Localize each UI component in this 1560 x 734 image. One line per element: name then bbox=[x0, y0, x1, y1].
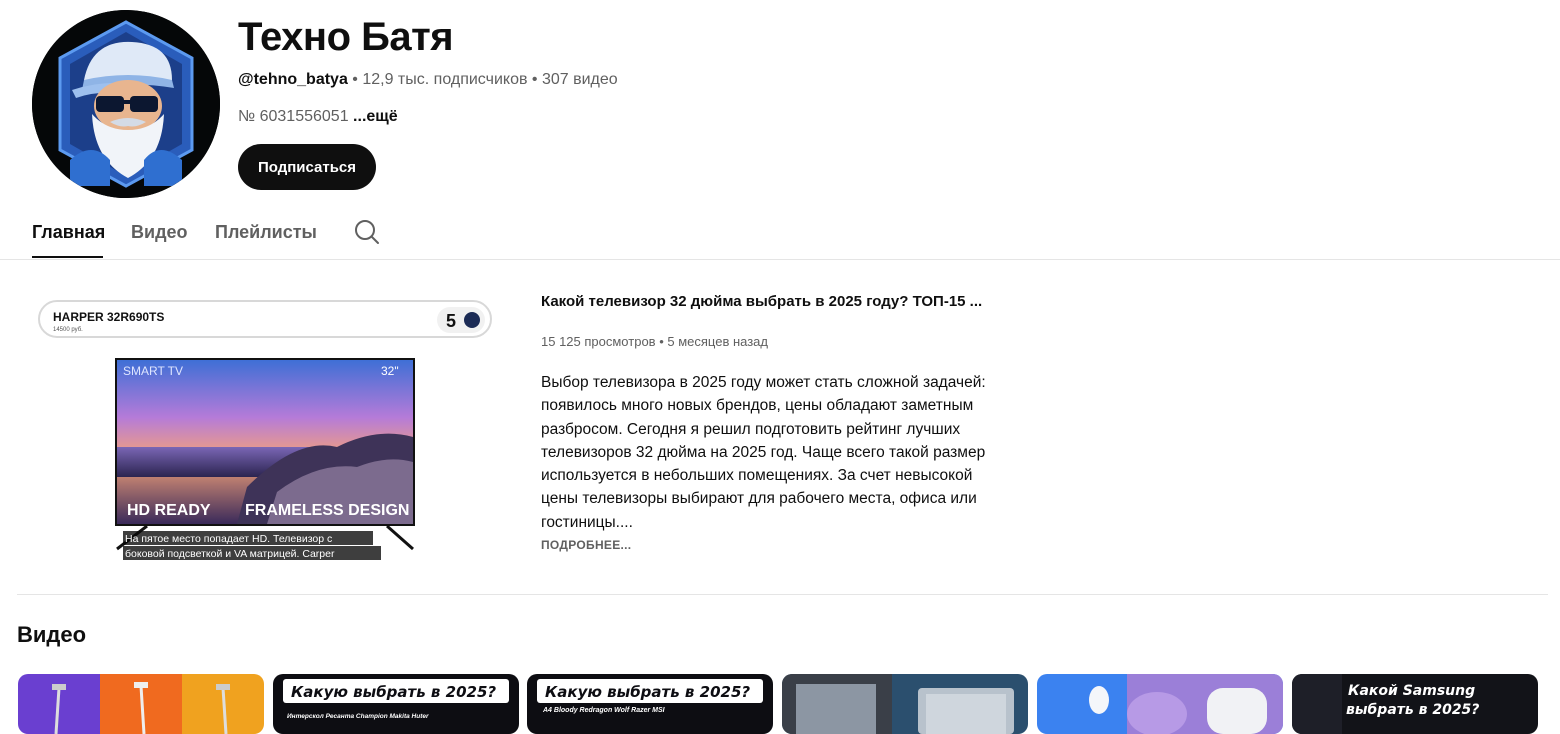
featured-video-thumbnail[interactable]: HARPER 32R690TS 14500 руб. 5 SMART TV 32… bbox=[17, 287, 515, 566]
tab-home[interactable]: Главная bbox=[32, 221, 105, 243]
rank-number: 5 bbox=[446, 311, 456, 331]
earbuds-thumbnail-image bbox=[1037, 674, 1283, 734]
video-thumbnail[interactable]: Какой Samsung выбрать в 2025? bbox=[1292, 674, 1538, 734]
featured-video-title[interactable]: Какой телевизор 32 дюйма выбрать в 2025 … bbox=[541, 292, 1011, 312]
thumbnail-overlay-text: Какую выбрать в 2025? bbox=[545, 683, 750, 701]
thumbnail-overlay-text: Какую выбрать в 2025? bbox=[291, 683, 496, 701]
cpu-thumbnail-image bbox=[782, 674, 1028, 734]
videos-shelf-heading: Видео bbox=[17, 622, 87, 647]
tv-thumbnail-image: HARPER 32R690TS 14500 руб. 5 SMART TV 32… bbox=[17, 287, 515, 566]
video-thumbnail-image: Какую выбрать в 2025? Интерскол Ресанта … bbox=[273, 674, 519, 734]
featured-video-stats: 15 125 просмотров • 5 месяцев назад bbox=[541, 333, 768, 351]
search-icon[interactable] bbox=[354, 219, 380, 245]
active-tab-indicator bbox=[32, 256, 103, 258]
video-thumbnail-image: Какой Samsung выбрать в 2025? bbox=[1292, 674, 1538, 734]
description-more-link[interactable]: ...ещё bbox=[353, 108, 398, 125]
subscribe-button[interactable]: Подписаться bbox=[238, 144, 376, 190]
caption-line-2: боковой подсветкой и VA матрицей. Carper bbox=[125, 548, 335, 560]
thumbnail-subtext: A4 Bloody Redragon Wolf Razer MSI bbox=[542, 707, 666, 714]
section-divider bbox=[17, 594, 1548, 595]
trimmer-thumbnail-image bbox=[18, 674, 264, 734]
tv-price-label: 14500 руб. bbox=[53, 327, 83, 333]
tab-videos[interactable]: Видео bbox=[131, 221, 188, 243]
bearded-man-logo-icon bbox=[32, 10, 220, 198]
read-more-link[interactable]: ПОДРОБНЕЕ... bbox=[541, 538, 631, 552]
channel-description[interactable]: № 6031556051 ...ещё bbox=[238, 107, 398, 127]
tabs-divider bbox=[0, 259, 1560, 260]
channel-avatar[interactable] bbox=[32, 10, 220, 198]
meta-separator: • bbox=[347, 71, 363, 88]
video-thumbnail[interactable] bbox=[782, 674, 1028, 734]
video-thumbnail[interactable] bbox=[18, 674, 264, 734]
view-count: 15 125 просмотров bbox=[541, 334, 656, 349]
video-count: 307 видео bbox=[541, 71, 618, 88]
video-thumbnail[interactable] bbox=[1037, 674, 1283, 734]
thumbnail-overlay-text: Какой Samsung bbox=[1348, 683, 1475, 699]
description-text: № 6031556051 bbox=[238, 108, 354, 125]
channel-handle[interactable]: @tehno_batya bbox=[238, 71, 348, 88]
upload-age: 5 месяцев назад bbox=[667, 334, 768, 349]
tab-playlists[interactable]: Плейлисты bbox=[215, 221, 317, 243]
hd-ready-label: HD READY bbox=[127, 502, 211, 519]
stats-separator: • bbox=[655, 334, 668, 349]
screen-size-label: 32" bbox=[381, 364, 399, 378]
frameless-label: FRAMELESS DESIGN bbox=[245, 502, 409, 519]
video-thumbnail-image: Какую выбрать в 2025? A4 Bloody Redragon… bbox=[527, 674, 773, 734]
thumbnail-subtext: Интерскол Ресанта Champion Makita Huter bbox=[287, 713, 429, 720]
featured-video-description: Выбор телевизора в 2025 году может стать… bbox=[541, 374, 986, 531]
channel-meta: @tehno_batya • 12,9 тыс. подписчиков • 3… bbox=[238, 70, 618, 90]
channel-title: Техно Батя bbox=[238, 15, 454, 59]
video-thumbnail[interactable]: Какую выбрать в 2025? A4 Bloody Redragon… bbox=[527, 674, 773, 734]
tv-model-label: HARPER 32R690TS bbox=[53, 310, 164, 324]
subscriber-count: 12,9 тыс. подписчиков bbox=[362, 71, 528, 88]
smart-tv-label: SMART TV bbox=[123, 364, 183, 378]
meta-separator: • bbox=[527, 71, 542, 88]
thumbnail-subtext: выбрать в 2025? bbox=[1346, 702, 1479, 718]
caption-line-1: На пятое место попадает HD. Телевизор с bbox=[125, 533, 332, 545]
video-thumbnail[interactable]: Какую выбрать в 2025? Интерскол Ресанта … bbox=[273, 674, 519, 734]
